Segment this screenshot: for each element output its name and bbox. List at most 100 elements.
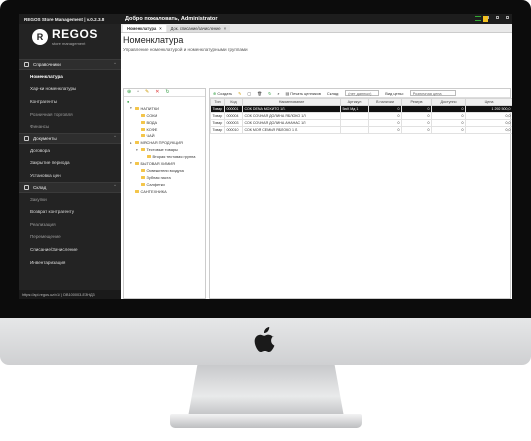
sidebar-item[interactable]: Инвентаризация	[19, 256, 121, 269]
tree-toggle-icon[interactable]: ▸	[130, 141, 133, 145]
sidebar-item[interactable]: Реализация	[19, 218, 121, 231]
table-cell-name: СОК СОЧНАЯ ДОЛИНА АНАНАС 1Л	[242, 119, 341, 127]
table-cell-available: 0	[431, 119, 466, 127]
welcome-text: Добро пожаловать, Administrator	[125, 16, 218, 22]
chevron-up-icon: ⌃	[113, 61, 117, 67]
sidebar-nav: Справочники ⌃ Номенклатура Хар-ки номенклат…	[19, 59, 121, 268]
tree-node[interactable]: ▸ МЯСНАЯ ПРОДУКЦИЯ	[124, 139, 205, 146]
column-header[interactable]: Код	[224, 98, 243, 106]
sidebar-item[interactable]: Перемещение	[19, 231, 121, 244]
folder-icon	[140, 168, 145, 172]
refresh-icon[interactable]: ↻	[165, 90, 169, 95]
tree-node[interactable]: Зубная паста	[124, 174, 205, 181]
tree-node-label: Тестовые товары	[146, 147, 178, 153]
tree-toggle-icon[interactable]: ▾	[136, 148, 139, 152]
sidebar-section[interactable]: Документы ⌃	[19, 132, 121, 144]
copy-icon[interactable]: ▢	[247, 91, 251, 96]
edit-icon[interactable]: ✎	[145, 90, 149, 95]
table-cell-price: 1 292 500,0	[465, 105, 512, 113]
tree-node[interactable]: ▾ Тестовые товары	[124, 146, 205, 153]
column-header[interactable]: Цена	[465, 98, 512, 106]
column-header[interactable]: Доступно	[431, 98, 466, 106]
table-cell-code: 000010	[224, 126, 243, 134]
table-cell-reserve: 0	[401, 119, 432, 127]
tab-close-icon[interactable]: ×	[159, 26, 161, 31]
sidebar-item[interactable]: Закупки	[19, 193, 121, 206]
tree-node[interactable]: САНТЕХНИКА	[124, 188, 205, 195]
tab[interactable]: Док. списание/зачисление ×	[166, 25, 231, 32]
warehouse-label: Склад:	[326, 90, 340, 96]
edit-item-icon[interactable]: ✎	[238, 91, 241, 96]
print-label: Печать ценников	[290, 90, 321, 96]
table-cell-reserve: 0	[401, 112, 432, 120]
tree-node[interactable]: ВОДА	[124, 119, 205, 126]
table-row[interactable]: Товар 000010 СОК МОЯ СЕМЬЯ ЯБЛОКО 1 Л. 0 0 0 0…	[210, 126, 512, 134]
table-row[interactable]: Товар 000004 СОК СОЧНАЯ ДОЛИНА ЯБЛОКО 1Л 0 0…	[210, 112, 512, 120]
table-cell-article	[340, 112, 369, 120]
tab-label: Номенклатура	[127, 26, 157, 31]
price-type-select[interactable]: Розничная цена	[409, 90, 456, 96]
table-cell-name: СОК DENA МОХИТО 1Л.	[242, 105, 341, 113]
print-button[interactable]: ▤ Печать ценников	[286, 91, 321, 96]
tree-node[interactable]: ЧАЙ	[124, 132, 205, 139]
tree-toggle-icon[interactable]: ▾	[130, 161, 133, 165]
tree-node[interactable]: ▾ БЫТОВАЯ ХИМИЯ	[124, 160, 205, 167]
tree-toolbar: ⊕ ▫ ✎ ✕ ↻	[124, 89, 205, 97]
table-cell-stock: 0	[368, 105, 402, 113]
sidebar-section[interactable]: Склад ⌃	[19, 181, 121, 193]
search-icon[interactable]: ⌕	[277, 91, 279, 96]
section-icon	[24, 62, 29, 67]
add-group-icon[interactable]: ⊕	[127, 90, 131, 95]
add-subgroup-icon[interactable]: ▫	[137, 90, 139, 95]
grid-toolbar: ⊕ Создать ✎ ▢ 🗑 ↻ ⌕ ▤ Печать ценников Ск…	[210, 89, 510, 98]
tree-node[interactable]: Вторая тестовая группа	[124, 153, 205, 160]
column-header[interactable]: Наименование	[242, 98, 341, 106]
column-header[interactable]: В наличии	[368, 98, 402, 106]
tree-node-label: КОФЕ	[146, 126, 158, 132]
tree-node[interactable]: СОКИ	[124, 112, 205, 119]
sidebar-item[interactable]: Хар-ки номенклатуры	[19, 83, 121, 96]
chevron-up-icon: ⌃	[113, 184, 117, 190]
table-row[interactable]: Товар 000001 СОК DENA МОХИТО 1Л. 5юК Мд 100…	[210, 105, 512, 113]
create-button[interactable]: ⊕ Создать	[213, 91, 232, 96]
group-tree-panel: ⊕ ▫ ✎ ✕ ↻ ● ▾ НАПИТКИ СОКИ ВОДА КОФЕ ЧАЙ ▸ МЯСН…	[123, 88, 206, 299]
tab-close-icon[interactable]: ×	[224, 26, 226, 31]
table-cell-name: СОК СОЧНАЯ ДОЛИНА ЯБЛОКО 1Л	[242, 112, 341, 120]
menu-icon[interactable]	[475, 16, 481, 21]
sidebar-item[interactable]: Финансы	[19, 120, 121, 133]
table-cell-reserve: 0	[401, 126, 432, 134]
column-header[interactable]: Тип	[210, 98, 225, 106]
column-header[interactable]: Артикул	[340, 98, 369, 106]
app-screen: REGOS Store Management | v.0.2.3.8 R REG…	[19, 14, 512, 299]
refresh-grid-icon[interactable]: ↻	[268, 91, 271, 96]
warehouse-select[interactable]: (нет данных)	[345, 90, 380, 96]
tree-node[interactable]: ▾ НАПИТКИ	[124, 105, 205, 112]
tree-root[interactable]: ●	[124, 98, 205, 105]
notification-icon[interactable]	[483, 16, 488, 22]
column-header[interactable]: Резерв	[401, 98, 432, 106]
sidebar-item[interactable]: Контрагенты	[19, 95, 121, 108]
trash-icon[interactable]: 🗑	[257, 91, 262, 96]
tree-node[interactable]: Освежители воздуха	[124, 167, 205, 174]
tree-toggle-icon[interactable]: ▾	[130, 106, 133, 110]
tree-node[interactable]: Салфетки	[124, 181, 205, 188]
folder-icon	[140, 127, 145, 131]
sidebar-item[interactable]: Закрытие периода	[19, 157, 121, 170]
delete-icon[interactable]: ✕	[155, 90, 159, 95]
sidebar-item[interactable]: Установка цен	[19, 169, 121, 182]
tree-node[interactable]: КОФЕ	[124, 126, 205, 133]
sidebar-section[interactable]: Справочники ⌃	[19, 59, 121, 70]
imac-mockup: REGOS Store Management | v.0.2.3.8 R REG…	[0, 0, 531, 441]
warehouse-value: (нет данных)	[348, 90, 372, 96]
table-cell-type: Товар	[210, 126, 225, 134]
sidebar-item[interactable]: Номенклатура	[19, 70, 121, 83]
sidebar-item[interactable]: Договора	[19, 144, 121, 157]
sidebar-item[interactable]: Розничная торговля	[19, 108, 121, 121]
table-cell-reserve: 0	[401, 105, 432, 113]
sidebar-item[interactable]: Возврат контрагенту	[19, 205, 121, 218]
sidebar-item[interactable]: Списание/Зачисление	[19, 243, 121, 256]
table-row[interactable]: Товар 000003 СОК СОЧНАЯ ДОЛИНА АНАНАС 1Л 0 0…	[210, 119, 512, 127]
section-icon	[24, 184, 29, 190]
tab[interactable]: Номенклатура ×	[123, 25, 166, 32]
table-cell-price: 0,0	[465, 112, 512, 120]
